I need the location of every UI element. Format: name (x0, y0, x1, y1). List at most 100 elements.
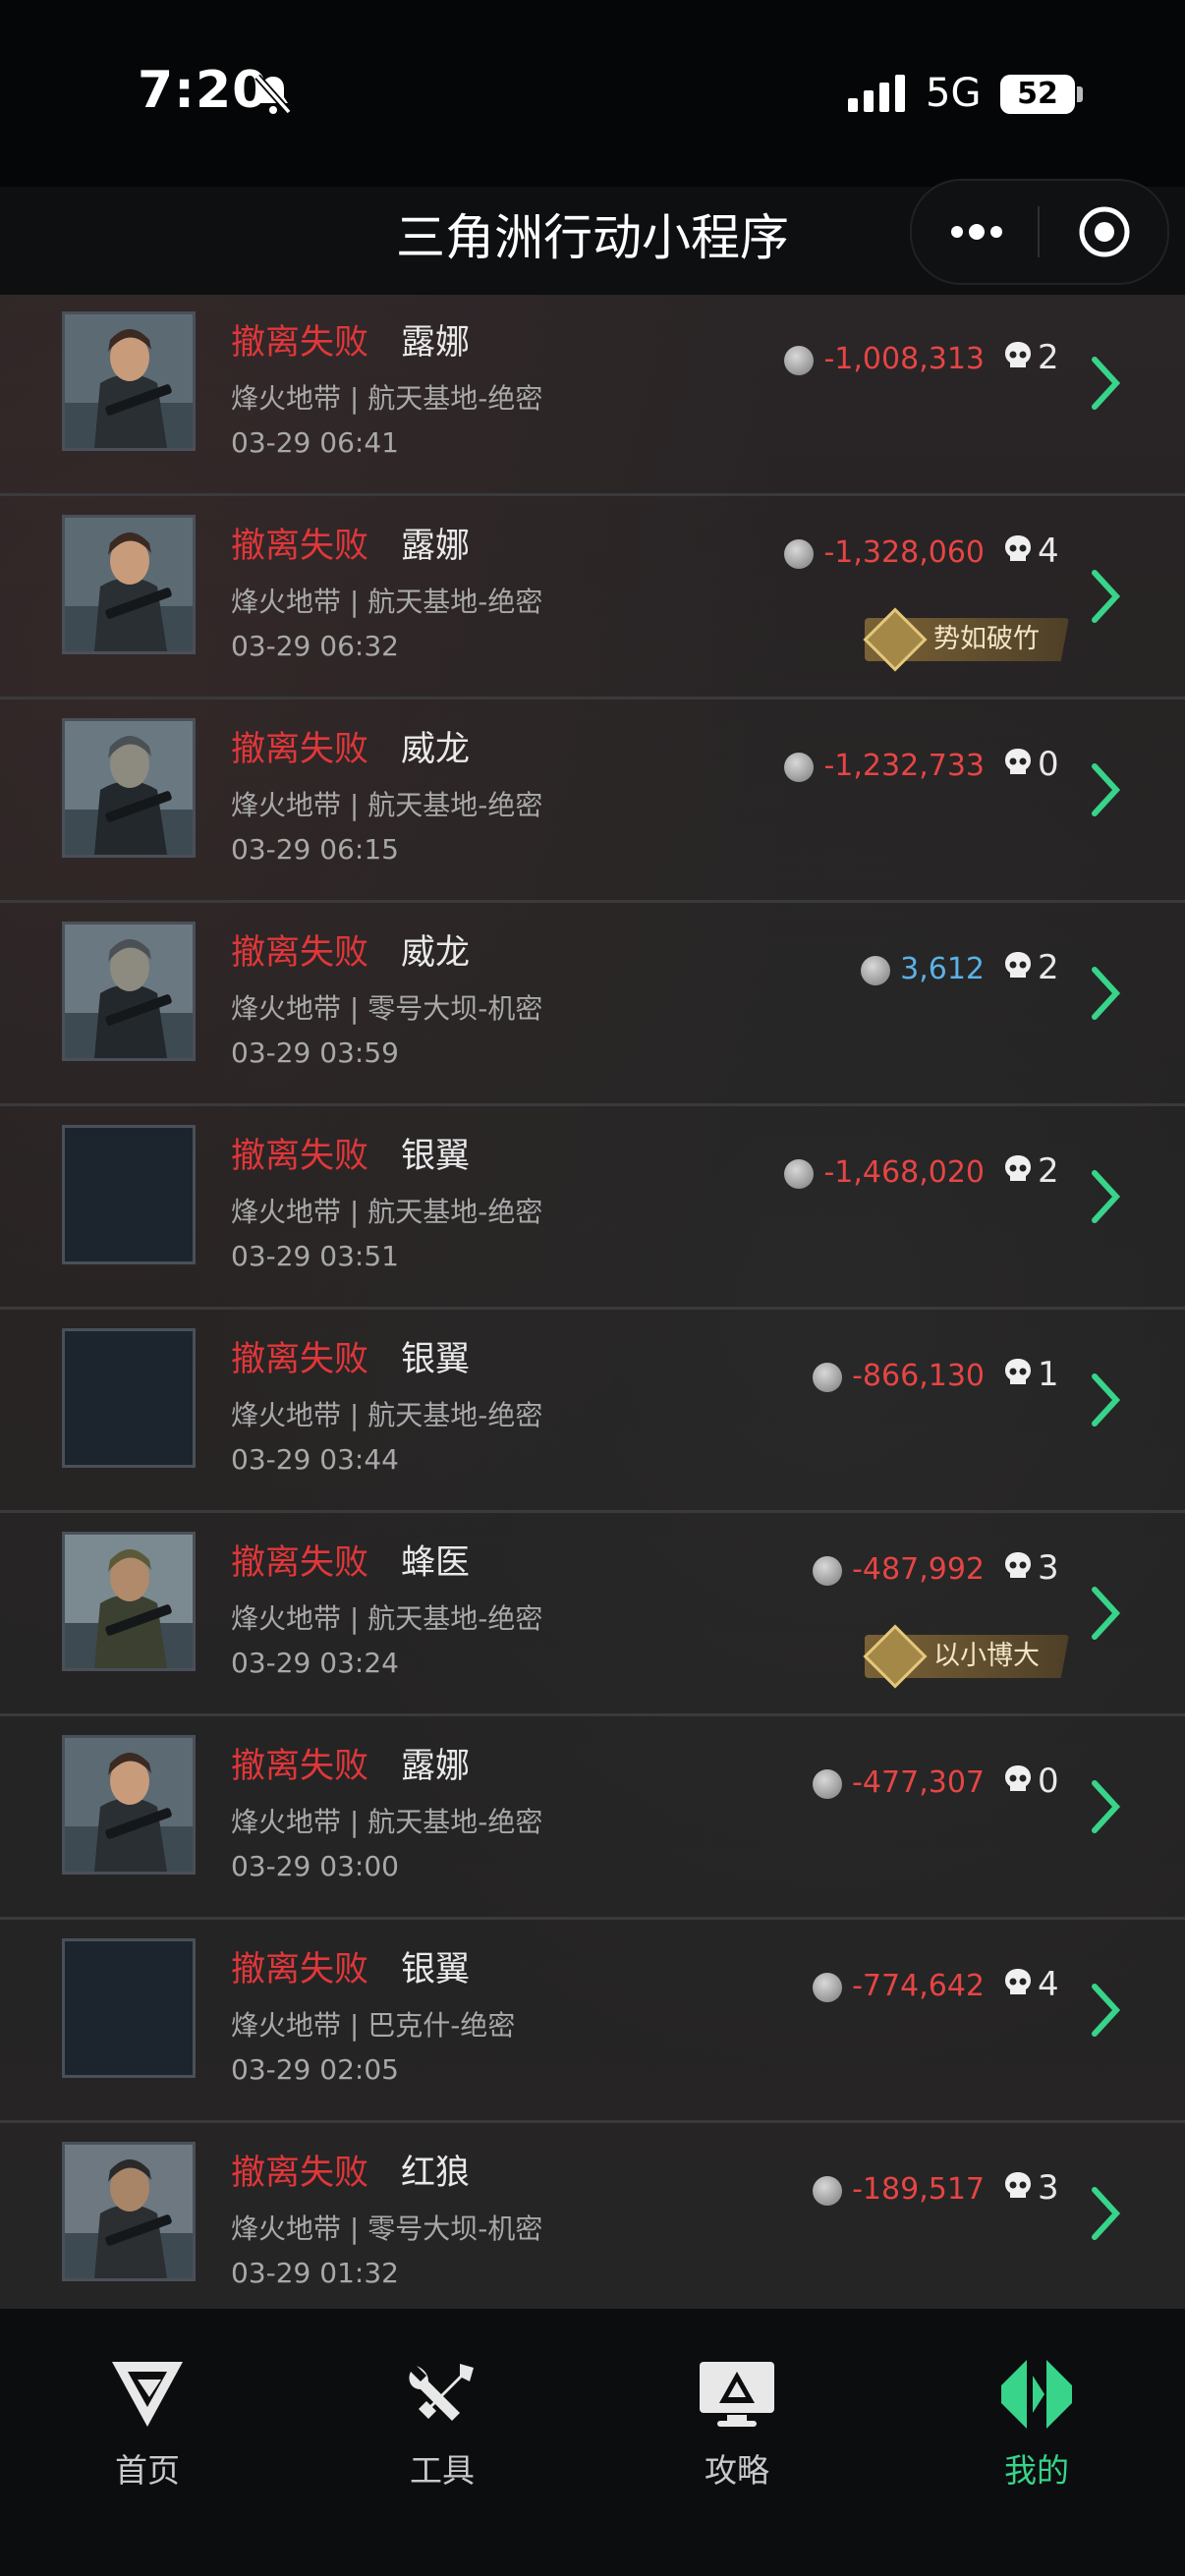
tab-profile[interactable]: 我的 (938, 2358, 1135, 2492)
map-mode: 烽火地带 | 航天基地-绝密 (231, 382, 543, 415)
battery-tip (1077, 86, 1083, 102)
list-item[interactable]: 撤离失败 露娜 烽火地带 | 航天基地-绝密 03-29 03:00 -477,… (0, 1718, 1185, 1920)
tab-guide-label: 攻略 (705, 2451, 769, 2490)
list-item[interactable]: 撤离失败 蜂医 烽火地带 | 航天基地-绝密 03-29 03:24 -487,… (0, 1515, 1185, 1716)
status-bar: 7:20 5G 52 三角洲行动小程序 (0, 0, 1185, 285)
match-time: 03-29 03:00 (231, 1850, 399, 1882)
battery-indicator: 52 (1000, 75, 1075, 114)
skull-icon (1005, 1765, 1031, 1791)
value-change: 3,612 (900, 952, 985, 986)
kill-count: 0 (1038, 1762, 1059, 1801)
match-record-list: 撤离失败 露娜 烽火地带 | 航天基地-绝密 03-29 06:41 -1,00… (0, 295, 1185, 2309)
map-mode: 烽火地带 | 航天基地-绝密 (231, 1399, 543, 1431)
list-item[interactable]: 撤离失败 红狼 烽火地带 | 零号大坝-机密 03-29 01:32 -189,… (0, 2125, 1185, 2309)
value-change: -477,307 (852, 1765, 985, 1800)
network-type: 5G (926, 71, 982, 116)
list-item[interactable]: 撤离失败 露娜 烽火地带 | 航天基地-绝密 03-29 06:41 -1,00… (0, 295, 1185, 496)
operator-avatar (62, 515, 196, 654)
more-options-icon[interactable] (947, 214, 1006, 250)
map-mode: 烽火地带 | 零号大坝-机密 (231, 992, 543, 1025)
match-time: 03-29 01:32 (231, 2257, 399, 2289)
badge-emblem-icon (863, 1624, 928, 1689)
extraction-status: 撤离失败 (231, 527, 369, 566)
match-time: 03-29 03:51 (231, 1240, 399, 1272)
bottom-tab-bar: 首页 工具 攻略 我的 (0, 2309, 1185, 2576)
list-item[interactable]: 撤离失败 露娜 烽火地带 | 航天基地-绝密 03-29 06:32 -1,32… (0, 498, 1185, 700)
skull-icon (1005, 1969, 1031, 1994)
value-change: -189,517 (852, 2172, 985, 2207)
currency-coin-icon (784, 753, 815, 782)
operator-avatar (62, 718, 196, 858)
operator-name: 红狼 (401, 2154, 471, 2193)
currency-coin-icon (813, 1363, 843, 1392)
skull-icon (1005, 1155, 1031, 1181)
list-item[interactable]: 撤离失败 银翼 烽火地带 | 巴克什-绝密 03-29 02:05 -774,6… (0, 1922, 1185, 2123)
kill-count: 4 (1038, 1965, 1059, 2004)
operator-avatar (62, 1735, 196, 1875)
skull-icon (1005, 952, 1031, 978)
chevron-right-icon (1092, 967, 1121, 1020)
tab-home-label: 首页 (115, 2451, 180, 2490)
extraction-status: 撤离失败 (231, 2154, 369, 2193)
guide-monitor-icon (700, 2362, 774, 2427)
value-change: -1,232,733 (823, 749, 985, 783)
list-item[interactable]: 撤离失败 威龙 烽火地带 | 航天基地-绝密 03-29 06:15 -1,23… (0, 701, 1185, 903)
extraction-status: 撤离失败 (231, 1543, 369, 1583)
close-miniprogram-icon[interactable] (1077, 204, 1132, 259)
chevron-right-icon (1092, 1170, 1121, 1223)
kill-count: 3 (1038, 2168, 1059, 2208)
skull-icon (1005, 2172, 1031, 2198)
match-time: 03-29 02:05 (231, 2053, 399, 2086)
home-logo-icon (112, 2362, 183, 2427)
extraction-status: 撤离失败 (231, 1340, 369, 1379)
chevron-right-icon (1092, 1780, 1121, 1833)
clock: 7:20 (138, 61, 269, 120)
operator-name: 威龙 (401, 933, 471, 973)
skull-icon (1005, 535, 1031, 561)
match-time: 03-29 03:59 (231, 1036, 399, 1069)
tab-tools-label: 工具 (410, 2451, 475, 2490)
match-time: 03-29 03:24 (231, 1647, 399, 1679)
value-change: -774,642 (852, 1969, 985, 2003)
kill-count: 4 (1038, 532, 1059, 571)
skull-icon (1005, 1359, 1031, 1384)
currency-coin-icon (813, 1973, 843, 2002)
list-item[interactable]: 撤离失败 银翼 烽火地带 | 航天基地-绝密 03-29 03:51 -1,46… (0, 1108, 1185, 1310)
map-mode: 烽火地带 | 航天基地-绝密 (231, 789, 543, 821)
value-change: -1,328,060 (823, 535, 985, 570)
tab-tools[interactable]: 工具 (344, 2358, 540, 2492)
value-change: -866,130 (852, 1359, 985, 1393)
kill-count: 2 (1038, 948, 1059, 987)
list-item[interactable]: 撤离失败 威龙 烽火地带 | 零号大坝-机密 03-29 03:59 3,612… (0, 905, 1185, 1106)
extraction-status: 撤离失败 (231, 1137, 369, 1176)
extraction-status: 撤离失败 (231, 1950, 369, 1989)
chevron-right-icon (1092, 357, 1121, 410)
operator-name: 露娜 (401, 527, 471, 566)
extraction-status: 撤离失败 (231, 933, 369, 973)
chevron-right-icon (1092, 570, 1121, 623)
value-change: -1,008,313 (823, 342, 985, 376)
chevron-right-icon (1092, 1984, 1121, 2037)
match-time: 03-29 03:44 (231, 1443, 399, 1476)
signal-icon (848, 75, 905, 112)
extraction-status: 撤离失败 (231, 730, 369, 769)
tab-profile-label: 我的 (1004, 2451, 1069, 2490)
map-mode: 烽火地带 | 零号大坝-机密 (231, 2212, 543, 2245)
capsule-divider (1038, 206, 1040, 257)
profile-logo-icon (1001, 2360, 1072, 2429)
list-item[interactable]: 撤离失败 银翼 烽火地带 | 航天基地-绝密 03-29 03:44 -866,… (0, 1312, 1185, 1513)
tab-guide[interactable]: 攻略 (639, 2358, 835, 2492)
tab-home[interactable]: 首页 (49, 2358, 246, 2492)
chevron-right-icon (1092, 1587, 1121, 1640)
operator-avatar (62, 2142, 196, 2281)
operator-name: 蜂医 (401, 1543, 471, 1583)
mute-bell-icon (254, 74, 292, 115)
value-change: -487,992 (852, 1552, 985, 1587)
map-mode: 烽火地带 | 航天基地-绝密 (231, 1196, 543, 1228)
operator-avatar (62, 1125, 196, 1264)
skull-icon (1005, 1552, 1031, 1578)
map-mode: 烽火地带 | 航天基地-绝密 (231, 586, 543, 618)
operator-avatar (62, 922, 196, 1061)
map-mode: 烽火地带 | 巴克什-绝密 (231, 2009, 516, 2042)
currency-coin-icon (784, 346, 815, 375)
